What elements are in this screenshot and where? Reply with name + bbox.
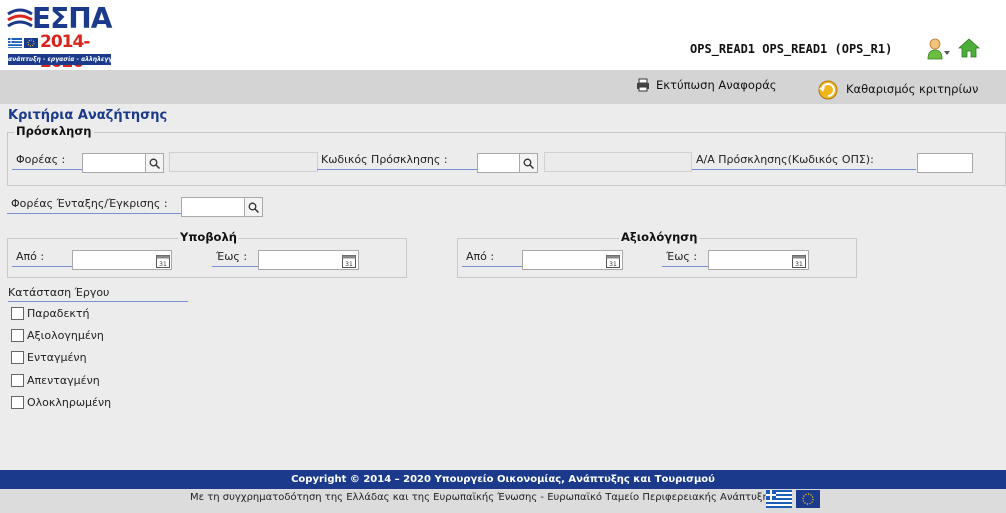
- invitation-legend: Πρόσκληση: [14, 124, 94, 138]
- svg-text:31: 31: [159, 261, 167, 268]
- magnifier-icon: [523, 158, 534, 169]
- greek-flag-icon: [766, 490, 792, 508]
- approval-body-lookup-button[interactable]: [245, 197, 263, 217]
- project-status-title: Κατάσταση Έργου: [8, 286, 188, 302]
- evaluation-to-calendar-icon[interactable]: 31: [792, 254, 806, 268]
- submission-from-label: Από :: [12, 250, 72, 267]
- status-checkbox-evaluated[interactable]: [11, 329, 24, 342]
- logo-slogan: ανάπτυξη - εργασία - αλληλεγγύη: [8, 54, 111, 65]
- status-option-label: Απενταγμένη: [27, 374, 100, 387]
- home-icon[interactable]: [958, 38, 980, 58]
- logo-years: 2014-2020: [40, 32, 90, 72]
- user-menu-icon[interactable]: [926, 38, 952, 60]
- submission-to-calendar-icon[interactable]: 31: [342, 254, 356, 268]
- page-title: Κριτήρια Αναζήτησης: [8, 108, 168, 123]
- clear-criteria-button[interactable]: Καθαρισμός κριτηρίων: [816, 78, 978, 100]
- body-code-input[interactable]: [82, 153, 146, 173]
- svg-text:31: 31: [795, 261, 803, 268]
- espa-logo: ΕΣΠΑ 2014-2020 ανάπτυξη - εργασία - αλλη…: [6, 2, 112, 72]
- cofunding-text: Με τη συγχρηματοδότηση της Ελλάδας και τ…: [190, 492, 775, 503]
- submission-legend: Υποβολή: [178, 230, 239, 244]
- clear-criteria-label: Καθαρισμός κριτηρίων: [846, 82, 979, 96]
- status-option-excluded[interactable]: Απενταγμένη: [11, 374, 100, 387]
- logo-flags-icon: [8, 38, 38, 48]
- evaluation-from-calendar-icon[interactable]: 31: [606, 254, 620, 268]
- evaluation-from-label: Από :: [462, 250, 522, 267]
- status-option-label: Αξιολογημένη: [27, 329, 104, 342]
- status-option-label: Ενταγμένη: [27, 351, 87, 364]
- logo-swoosh-icon: [7, 8, 33, 28]
- invitation-description-field: [544, 152, 692, 172]
- invitation-code-label: Κωδικός Πρόσκλησης :: [317, 153, 477, 170]
- aa-invitation-input[interactable]: [917, 153, 973, 173]
- approval-body-label: Φορέας Ένταξης/Έγκρισης :: [7, 197, 181, 214]
- status-checkbox-completed[interactable]: [11, 396, 24, 409]
- body-lookup-button[interactable]: [146, 153, 164, 173]
- status-option-included[interactable]: Ενταγμένη: [11, 351, 87, 364]
- status-option-label: Ολοκληρωμένη: [27, 396, 112, 409]
- status-checkbox-accepted[interactable]: [11, 307, 24, 320]
- cofunding-bar: Με τη συγχρηματοδότηση της Ελλάδας και τ…: [0, 489, 1006, 513]
- toolbar: Εκτύπωση Αναφοράς Καθαρισμός κριτηρίων: [0, 70, 1006, 104]
- submission-to-label: Έως :: [212, 250, 258, 267]
- status-option-label: Παραδεκτή: [27, 307, 90, 320]
- header: ΕΣΠΑ 2014-2020 ανάπτυξη - εργασία - αλλη…: [0, 0, 1006, 72]
- status-checkbox-excluded[interactable]: [11, 374, 24, 387]
- body-label: Φορέας :: [12, 153, 82, 170]
- eu-flag-icon: [796, 490, 820, 508]
- svg-text:31: 31: [609, 261, 617, 268]
- evaluation-legend: Αξιολόγηση: [619, 230, 700, 244]
- search-criteria-panel: Κριτήρια Αναζήτησης Πρόσκληση Φορέας : Κ…: [0, 104, 1006, 470]
- status-checkbox-included[interactable]: [11, 351, 24, 364]
- user-label: OPS_READ1 OPS_READ1 (OPS_R1): [690, 42, 893, 56]
- svg-text:31: 31: [345, 261, 353, 268]
- magnifier-icon: [149, 158, 160, 169]
- magnifier-icon: [248, 202, 259, 213]
- status-option-completed[interactable]: Ολοκληρωμένη: [11, 396, 111, 409]
- print-report-button[interactable]: Εκτύπωση Αναφοράς: [636, 78, 777, 92]
- status-option-accepted[interactable]: Παραδεκτή: [11, 307, 90, 320]
- invitation-code-input[interactable]: [477, 153, 520, 173]
- submission-from-calendar-icon[interactable]: 31: [156, 254, 170, 268]
- status-option-evaluated[interactable]: Αξιολογημένη: [11, 329, 104, 342]
- clear-refresh-icon: [818, 80, 838, 100]
- logo-title: ΕΣΠΑ: [32, 2, 112, 35]
- print-report-label: Εκτύπωση Αναφοράς: [656, 78, 777, 92]
- body-description-field: [169, 152, 318, 172]
- aa-invitation-label: Α/Α Πρόσκλησης(Κωδικός ΟΠΣ):: [692, 153, 916, 170]
- printer-icon: [637, 78, 649, 92]
- evaluation-to-label: Έως :: [662, 250, 708, 267]
- invitation-lookup-button[interactable]: [520, 153, 538, 173]
- approval-body-input[interactable]: [181, 197, 245, 217]
- copyright-footer: Copyright © 2014 – 2020 Υπουργείο Οικονο…: [0, 470, 1006, 489]
